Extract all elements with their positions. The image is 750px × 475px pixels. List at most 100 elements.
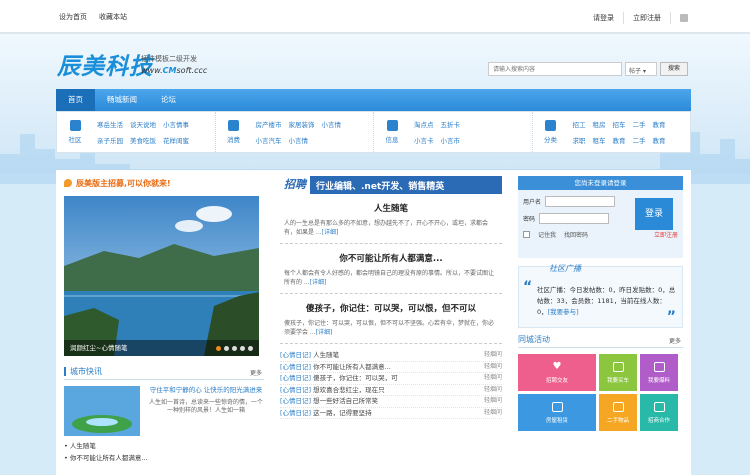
main-nav: 首页 畅城新闻 论坛 <box>56 89 691 111</box>
category-link[interactable]: 家居装饰 <box>289 119 315 129</box>
category-link[interactable]: 小言情事 <box>163 119 189 129</box>
search-button[interactable]: 搜索 <box>660 62 688 76</box>
slide-dot[interactable] <box>216 346 221 351</box>
list-item[interactable]: [心情日记] 人生随笔 轻烟问 <box>280 350 502 362</box>
category-label: 消费 <box>227 136 240 144</box>
tile-rental[interactable]: 房屋租赁 <box>518 394 596 431</box>
story-title[interactable]: 傻孩子，你记住：可以哭，可以恨，但不可以 <box>284 302 498 314</box>
set-homepage-link[interactable]: 设为首页 <box>59 12 87 22</box>
list-item[interactable]: • 你不可能让所有人都满意... <box>64 452 264 464</box>
category-link[interactable]: 谈天说地 <box>130 119 156 129</box>
site-domain: www.CMsoft.ccc <box>141 66 208 75</box>
tile-dating[interactable]: ♥ 招聘交友 <box>518 354 596 391</box>
featured-story: 傻孩子，你记住：可以哭，可以恨，但不可以 傻孩子，你记住：可以哭，可以恨，但不可… <box>280 294 502 344</box>
category-link[interactable]: 小言卡 <box>414 135 434 145</box>
category-link[interactable]: 租房 <box>593 119 606 129</box>
chat-icon <box>653 361 665 372</box>
moderator-promo[interactable]: 辰美版主招募,可以你就来! <box>64 176 264 190</box>
tile-buy-car[interactable]: 我要买车 <box>599 354 637 391</box>
login-header: 您尚未登录请登录 <box>518 176 683 190</box>
recruit-banner[interactable]: 招聘 行业编辑、.net开发、销售精英 <box>280 176 502 194</box>
flash-news-item[interactable]: 守住平和宁静的心 让快乐的阳光满进来 人生如一首诗，总读来一些惊奇的情，一个一种… <box>64 386 264 436</box>
register-link[interactable]: 立即注册 <box>654 230 678 239</box>
story-title[interactable]: 你不可能让所有人都满意... <box>284 252 498 264</box>
nav-news[interactable]: 畅城新闻 <box>95 89 149 111</box>
site-logo[interactable]: 辰美科技 <box>57 47 153 81</box>
category-link[interactable]: 寒岳生活 <box>97 119 123 129</box>
username-field[interactable] <box>545 196 616 207</box>
category-link[interactable]: 房产楼市 <box>256 119 282 129</box>
broadcast-title: 社区广播 <box>549 264 581 273</box>
building-icon <box>551 401 563 412</box>
more-link[interactable]: 更多 <box>250 368 262 377</box>
divider <box>670 12 671 24</box>
rss-icon[interactable] <box>680 14 688 22</box>
community-icon <box>69 120 81 131</box>
forgot-password-link[interactable]: 找回密码 <box>564 230 588 239</box>
category-link[interactable]: 招工 <box>573 119 586 129</box>
shop-icon <box>228 120 239 131</box>
category-link[interactable]: 二手 <box>633 119 646 129</box>
slide-dot[interactable] <box>240 346 245 351</box>
category-link[interactable]: 花样闺蜜 <box>163 135 189 145</box>
nav-home[interactable]: 首页 <box>56 89 95 111</box>
category-link[interactable]: 五折卡 <box>441 119 461 129</box>
list-item[interactable]: [心情日记] 这一路，记得要坚持 轻烟问 <box>280 408 502 419</box>
list-item[interactable]: [心情日记] 想一些好活自己所常笑 轻烟问 <box>280 396 502 408</box>
banner-text: 行业编辑、.net开发、销售精英 <box>316 181 445 192</box>
news-thumbnail <box>64 386 140 436</box>
logo-tagline: 插件模板二级开发 www.CMsoft.ccc <box>141 53 207 77</box>
category-link[interactable]: 小言汽车 <box>256 135 282 145</box>
slide-indicators <box>216 346 253 351</box>
slideshow[interactable]: 润颜红尘~心情随笔 <box>64 196 259 356</box>
category-link[interactable]: 求职 <box>573 135 586 145</box>
category-link[interactable]: 教育 <box>653 119 666 129</box>
category-link[interactable]: 美食吃饭 <box>130 135 156 145</box>
remember-checkbox[interactable] <box>523 231 530 238</box>
tile-business[interactable]: 招商合作 <box>640 394 678 431</box>
category-link[interactable]: 淘点点 <box>414 119 434 129</box>
list-item[interactable]: [心情日记] 想欢喜合悲红尘，现在只 轻烟问 <box>280 385 502 396</box>
middle-column: 招聘 行业编辑、.net开发、销售精英 人生随笔 人的一生总是有那么多的不如意，… <box>280 176 502 419</box>
category-link[interactable]: 小言情 <box>289 135 315 145</box>
list-item[interactable]: • 人生随笔 <box>64 440 264 452</box>
category-link[interactable]: 教育 <box>613 135 626 145</box>
story-title[interactable]: 人生随笔 <box>284 202 498 214</box>
category-link[interactable]: 小言市 <box>441 135 461 145</box>
join-link[interactable]: [我要参与] <box>548 308 579 316</box>
list-item[interactable]: [心情日记] 傻孩子，你记住：可以哭，可 轻烟问 <box>280 373 502 385</box>
login-button[interactable]: 登录 <box>635 198 673 230</box>
login-link[interactable]: 请登录 <box>593 13 614 23</box>
category-link[interactable]: 二手 <box>633 135 646 145</box>
category-link[interactable]: 小言情 <box>322 119 342 129</box>
community-broadcast: 社区广播 “ ” 社区广播：今日发帖数：0，昨日发贴数：0，总帖数：33，会员数… <box>518 264 683 328</box>
read-more-link[interactable]: [详细] <box>310 279 327 286</box>
tile-report[interactable]: 我要爆料 <box>640 354 678 391</box>
search-scope-select[interactable]: 帖子 ▾ <box>625 62 657 76</box>
city-news-list: • 人生随笔 • 你不可能让所有人都满意... <box>64 440 264 464</box>
login-panel: 用户名 密码 登录 记住我 找回密码 立即注册 <box>518 190 683 258</box>
slide-dot[interactable] <box>224 346 229 351</box>
quote-open-icon: “ <box>523 279 533 295</box>
category-link[interactable]: 招车 <box>613 119 626 129</box>
password-field[interactable] <box>539 213 610 224</box>
featured-story: 你不可能让所有人都满意... 每个人都会有令人好感的，都会明镜自己的理没有原的事… <box>280 244 502 294</box>
list-item[interactable]: [心情日记] 你不可能让所有人都满意... 轻烟问 <box>280 362 502 373</box>
category-link[interactable]: 教育 <box>653 135 666 145</box>
tile-secondhand[interactable]: 二手物品 <box>599 394 637 431</box>
more-link[interactable]: 更多 <box>669 336 681 345</box>
slide-dot[interactable] <box>248 346 253 351</box>
category-link[interactable]: 亲子乐园 <box>97 135 123 145</box>
category-link[interactable]: 租车 <box>593 135 606 145</box>
register-link[interactable]: 立即注册 <box>633 13 661 23</box>
read-more-link[interactable]: [详细] <box>322 229 339 236</box>
left-column: 辰美版主招募,可以你就来! 润颜红尘~心情随笔 城市快讯 更多 守住平和宁静的心… <box>64 176 264 464</box>
bookmark-link[interactable]: 收藏本站 <box>99 12 127 22</box>
slide-dot[interactable] <box>232 346 237 351</box>
nav-forum[interactable]: 论坛 <box>149 89 188 111</box>
flash-news-title[interactable]: 守住平和宁静的心 让快乐的阳光满进来 <box>148 386 264 395</box>
search-input[interactable] <box>488 62 622 76</box>
story-summary: 人的一生总是有那么多的不如意，想办越先不了，开心不开心，或坦，求都会有，如果是 … <box>284 220 489 236</box>
read-more-link[interactable]: [详细] <box>316 329 333 336</box>
search-bar: 帖子 ▾ 搜索 <box>488 62 688 76</box>
